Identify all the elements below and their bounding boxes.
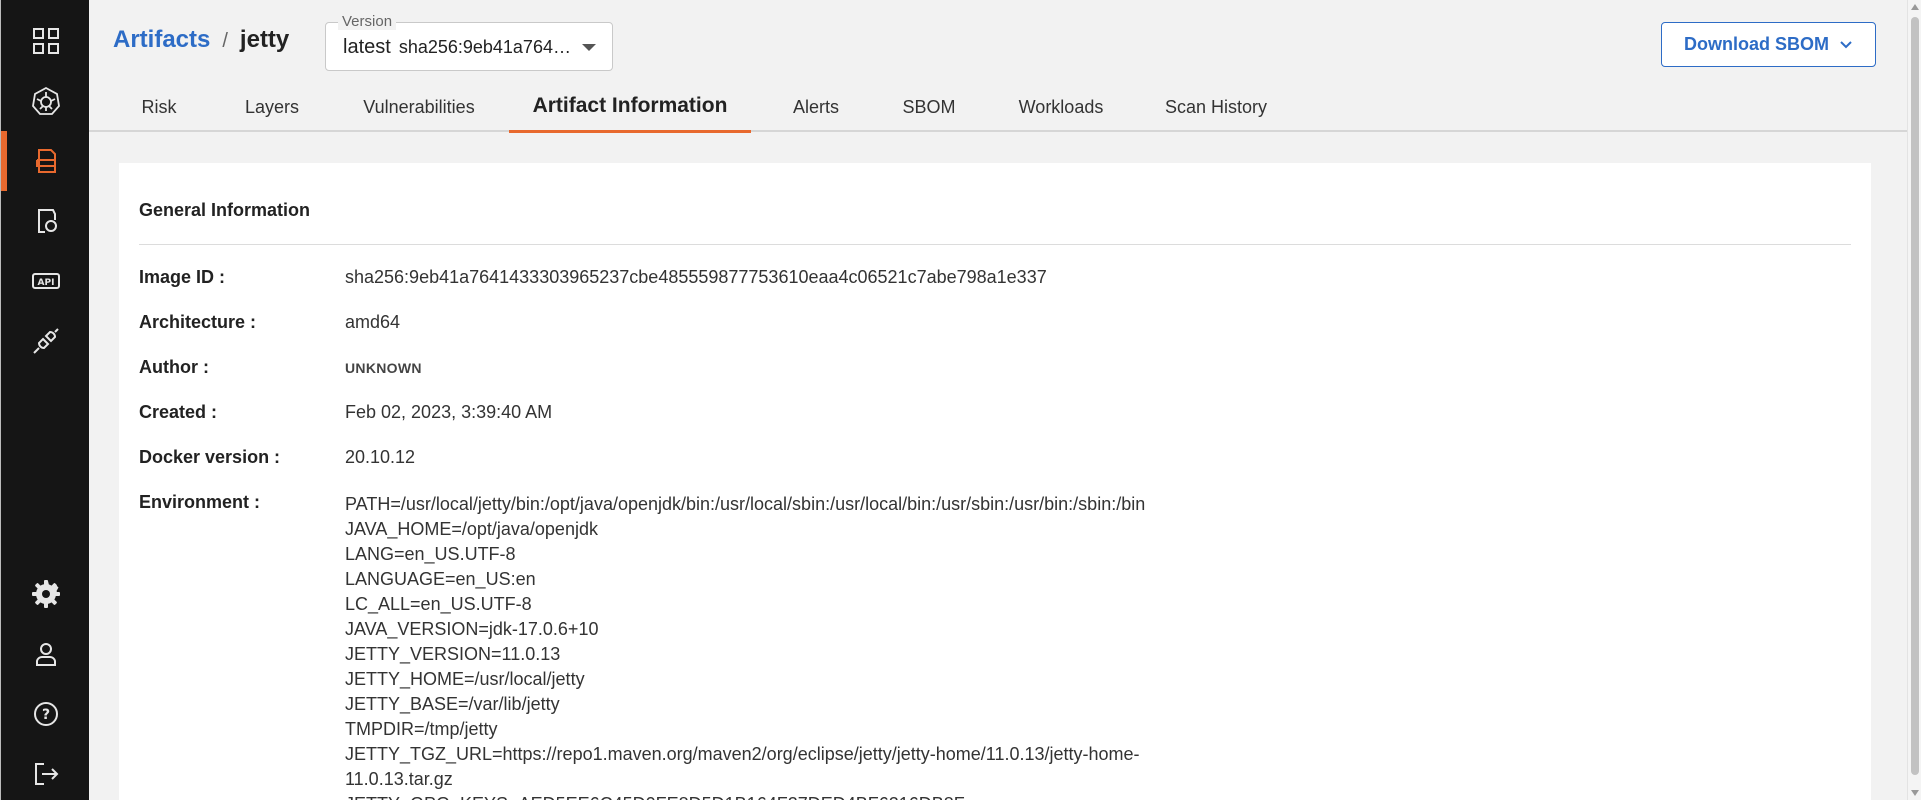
environment-variable: JETTY_BASE=/var/lib/jetty: [345, 694, 560, 714]
docker-version-value: 20.10.12: [345, 447, 416, 467]
environment-variable: JETTY_VERSION=11.0.13: [345, 644, 561, 664]
info-row-image-id: Image ID : sha256:9eb41a7641433303965237…: [139, 267, 1047, 288]
environment-list: PATH=/usr/local/jetty/bin:/opt/java/open…: [345, 492, 1145, 800]
nav-profile[interactable]: [1, 624, 90, 684]
download-sbom-label: Download SBOM: [1684, 34, 1829, 54]
svg-text:API: API: [37, 278, 54, 288]
info-row-docker-version: Docker version : 20.10.12: [139, 447, 415, 468]
created-value: Feb 02, 2023, 3:39:40 AM: [345, 402, 553, 422]
sidebar: API ?: [0, 0, 89, 800]
environment-label: Environment :: [139, 492, 261, 512]
environment-variable: JETTY_HOME=/usr/local/jetty: [345, 669, 585, 689]
api-icon: API: [31, 273, 60, 289]
architecture-value: amd64: [345, 312, 401, 332]
image-id-label: Image ID :: [139, 267, 226, 287]
artifact-tabs: Risk Layers Vulnerabilities Artifact Inf…: [89, 82, 1907, 133]
nav-dashboard[interactable]: [1, 11, 90, 71]
chevron-down-icon: [1840, 40, 1852, 48]
tab-workloads[interactable]: Workloads: [996, 82, 1126, 132]
environment-variable: 11.0.13.tar.gz: [345, 769, 453, 789]
environment-variable: TMPDIR=/tmp/jetty: [345, 719, 498, 739]
environment-variable: JETTY_GPG_KEYS=AED5EE6C45D0FE8D5D1B164F2…: [345, 792, 1145, 800]
dashboard-grid-icon: [32, 28, 59, 54]
author-label: Author :: [139, 357, 209, 377]
breadcrumb-separator: /: [222, 30, 228, 52]
nav-artifacts[interactable]: [1, 131, 90, 191]
artifacts-icon: [35, 149, 56, 173]
tab-alerts[interactable]: Alerts: [771, 82, 861, 132]
divider: [139, 244, 1851, 245]
environment-variable: JETTY_TGZ_URL=https://repo1.maven.org/ma…: [345, 744, 1140, 764]
help-icon: ?: [33, 702, 58, 726]
info-row-architecture: Architecture : amd64: [139, 312, 400, 333]
settings-gear-icon: [31, 580, 60, 608]
tab-sbom[interactable]: SBOM: [885, 82, 973, 132]
environment-variable: PATH=/usr/local/jetty/bin:/opt/java/open…: [345, 494, 1146, 514]
caret-down-icon: [582, 44, 596, 51]
page-title: jetty: [239, 26, 290, 53]
environment-variable: JAVA_VERSION=jdk-17.0.6+10: [345, 619, 599, 639]
svg-text:?: ?: [41, 707, 49, 723]
author-value: UNKNOWN: [345, 360, 422, 376]
scrollbar-thumb[interactable]: [1911, 17, 1919, 775]
nav-api[interactable]: API: [1, 251, 90, 311]
page-header: Artifacts / jetty Version latest sha256:9…: [89, 0, 1921, 82]
breadcrumb-artifacts-link[interactable]: Artifacts: [113, 26, 210, 54]
nav-help[interactable]: ?: [1, 684, 90, 744]
app-window: API ? Artifacts / jetty Version latest s…: [0, 0, 1921, 800]
general-information-card: General Information Image ID : sha256:9e…: [119, 163, 1871, 800]
environment-variable: LANG=en_US.UTF-8: [345, 544, 516, 564]
card-title: General Information: [139, 200, 311, 220]
info-row-author: Author : UNKNOWN: [139, 357, 422, 378]
environment-variable: JAVA_HOME=/opt/java/openjdk: [345, 519, 598, 539]
download-sbom-button[interactable]: Download SBOM: [1661, 22, 1876, 67]
tab-vulnerabilities[interactable]: Vulnerabilities: [351, 82, 487, 132]
environment-variable: LANGUAGE=en_US:en: [345, 569, 536, 589]
breadcrumb: Artifacts / jetty: [113, 26, 289, 54]
version-hash: sha256:9eb41a764…: [398, 37, 571, 57]
info-row-created: Created : Feb 02, 2023, 3:39:40 AM: [139, 402, 552, 423]
environment-variable: LC_ALL=en_US.UTF-8: [345, 594, 532, 614]
integration-plug-icon: [32, 328, 59, 354]
version-select-label: Version: [338, 13, 397, 30]
scroll-down-arrow-icon[interactable]: [1911, 790, 1919, 796]
document-search-icon: [37, 209, 57, 233]
kubernetes-helm-icon: [31, 86, 60, 115]
page-scrollbar[interactable]: [1907, 0, 1921, 800]
tab-risk[interactable]: Risk: [119, 82, 199, 132]
docker-version-label: Docker version :: [139, 447, 281, 467]
tab-layers[interactable]: Layers: [227, 82, 317, 132]
image-id-value: sha256:9eb41a7641433303965237cbe48555987…: [345, 267, 1047, 287]
tab-artifact-information[interactable]: Artifact Information: [509, 82, 751, 133]
version-tag: latest: [343, 36, 391, 58]
version-select[interactable]: Version latest sha256:9eb41a764…: [325, 13, 613, 71]
version-select-value: latest sha256:9eb41a764…: [343, 36, 573, 59]
nav-document-search[interactable]: [1, 191, 90, 251]
logout-icon: [34, 763, 58, 785]
created-label: Created :: [139, 402, 218, 422]
scroll-up-arrow-icon[interactable]: [1911, 4, 1919, 10]
nav-settings[interactable]: [1, 564, 90, 624]
nav-integrations[interactable]: [1, 311, 90, 371]
architecture-label: Architecture :: [139, 312, 257, 332]
tab-scan-history[interactable]: Scan History: [1143, 82, 1289, 132]
nav-kubernetes[interactable]: [1, 71, 90, 131]
info-row-environment: Environment : PATH=/usr/local/jetty/bin:…: [139, 492, 1145, 800]
nav-logout[interactable]: [1, 744, 90, 800]
user-profile-icon: [35, 643, 56, 666]
